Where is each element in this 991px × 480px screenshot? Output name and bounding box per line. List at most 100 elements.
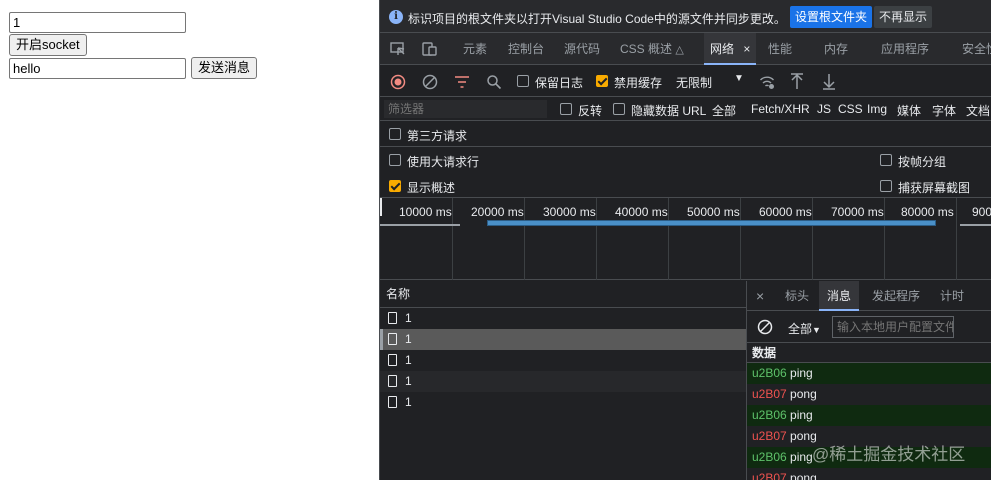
invert-checkbox[interactable] <box>560 103 572 115</box>
message-data: ping <box>790 366 813 380</box>
tab-network[interactable]: 网络 × <box>704 33 757 65</box>
export-har-icon[interactable] <box>822 73 836 90</box>
third-party-checkbox[interactable] <box>389 128 401 140</box>
tick-line <box>884 198 885 280</box>
name-column-header[interactable]: 名称 <box>380 281 746 308</box>
type-filter-css[interactable]: CSS <box>838 102 863 116</box>
open-socket-button[interactable]: 开启socket <box>9 34 87 56</box>
set-root-folder-button[interactable]: 设置根文件夹 <box>790 6 873 28</box>
type-filter-xhr[interactable]: Fetch/XHR <box>751 102 810 116</box>
tab-memory[interactable]: 内存 <box>824 33 848 65</box>
filter-input[interactable] <box>384 100 547 118</box>
tab-sources[interactable]: 源代码 <box>564 33 600 65</box>
tab-performance[interactable]: 性能 <box>768 33 792 65</box>
message-row-received[interactable]: u2B07 pong <box>747 384 991 405</box>
inspect-element-icon[interactable] <box>390 42 406 56</box>
tab-css-overview[interactable]: CSS 概述 △ <box>620 33 684 65</box>
clear-icon[interactable] <box>422 74 438 90</box>
third-party-label: 第三方请求 <box>407 129 468 143</box>
tick-label: 900 <box>972 205 991 219</box>
capture-screenshots-label: 捕获屏幕截图 <box>898 181 971 195</box>
timeline-start-marker <box>380 198 382 216</box>
message-filter-input[interactable] <box>832 316 954 338</box>
tick-label: 80000 ms <box>901 205 954 219</box>
request-name: 1 <box>405 332 412 346</box>
search-icon[interactable] <box>486 74 502 90</box>
tab-headers[interactable]: 标头 <box>785 281 809 311</box>
tick-label: 50000 ms <box>687 205 740 219</box>
filter-icon[interactable] <box>454 75 470 89</box>
record-icon[interactable] <box>390 74 406 90</box>
tick-label: 40000 ms <box>615 205 668 219</box>
hide-data-urls-checkbox[interactable] <box>613 103 625 115</box>
tick-label: 20000 ms <box>471 205 524 219</box>
received-arrow-code: u2B07 <box>752 387 787 401</box>
request-row[interactable]: 1 <box>380 392 746 413</box>
clear-messages-icon[interactable] <box>757 319 773 335</box>
import-har-icon[interactable] <box>790 73 804 90</box>
close-detail-icon[interactable]: × <box>756 281 764 311</box>
data-column-header[interactable]: 数据 <box>747 343 991 363</box>
tick-line <box>668 198 669 280</box>
sent-arrow-code: u2B06 <box>752 408 787 422</box>
sent-arrow-code: u2B06 <box>752 366 787 380</box>
message-row-sent[interactable]: u2B06 ping <box>747 363 991 384</box>
type-filter-doc[interactable]: 文档 <box>966 102 990 119</box>
disable-cache-checkbox[interactable] <box>596 75 608 87</box>
chevron-down-icon: ▼ <box>812 325 821 335</box>
tick-line <box>596 198 597 280</box>
network-conditions-icon[interactable] <box>759 74 775 90</box>
message-filter-bar: 全部▼ <box>747 311 991 343</box>
tab-messages[interactable]: 消息 <box>819 281 860 311</box>
message-row-sent[interactable]: u2B06 ping <box>747 405 991 426</box>
message-type-value: 全部 <box>788 322 813 336</box>
tab-application[interactable]: 应用程序 <box>881 33 929 65</box>
network-settings: 使用大请求行 按帧分组 显示概述 捕获屏幕截图 <box>380 147 991 198</box>
group-by-frame-checkbox[interactable] <box>880 154 892 166</box>
large-rows-checkbox[interactable] <box>389 154 401 166</box>
tick-line <box>452 198 453 280</box>
info-icon: i <box>389 10 403 24</box>
message-type-select[interactable]: 全部▼ <box>788 320 821 337</box>
type-filter-all[interactable]: 全部 <box>712 102 736 119</box>
device-toolbar-icon[interactable] <box>422 42 438 56</box>
dont-show-again-button[interactable]: 不再显示 <box>874 6 933 28</box>
capture-screenshots-checkbox[interactable] <box>880 180 892 192</box>
tab-console[interactable]: 控制台 <box>508 33 544 65</box>
document-icon <box>388 333 397 345</box>
message-row-received[interactable]: u2B07 pong <box>747 468 991 480</box>
filter-bar: 反转 隐藏数据 URL 全部 Fetch/XHR JS CSS Img 媒体 字… <box>380 97 991 121</box>
tick-line <box>956 198 957 280</box>
type-filter-font[interactable]: 字体 <box>932 102 956 119</box>
show-overview-checkbox[interactable] <box>389 180 401 192</box>
preserve-log-checkbox[interactable] <box>517 75 529 87</box>
throttling-select[interactable]: 无限制 <box>676 74 712 91</box>
timeline-line <box>960 224 991 226</box>
socket-id-input[interactable] <box>9 12 186 33</box>
type-filter-img[interactable]: Img <box>867 102 887 116</box>
message-input[interactable] <box>9 58 186 79</box>
request-row[interactable]: 1 <box>380 350 746 371</box>
request-name: 1 <box>405 353 412 367</box>
request-list: 名称 1 1 1 1 1 <box>380 281 746 480</box>
overview-timeline[interactable]: 10000 ms 20000 ms 30000 ms 40000 ms 5000… <box>380 198 991 280</box>
chevron-down-icon[interactable]: ▼ <box>734 73 744 84</box>
request-row-selected[interactable]: 1 <box>380 329 746 350</box>
message-data: pong <box>790 471 817 480</box>
type-filter-js[interactable]: JS <box>817 102 831 116</box>
tab-initiator[interactable]: 发起程序 <box>872 281 920 311</box>
type-filter-media[interactable]: 媒体 <box>897 102 921 119</box>
request-name: 1 <box>405 311 412 325</box>
tab-elements[interactable]: 元素 <box>463 33 487 65</box>
request-row[interactable]: 1 <box>380 371 746 392</box>
document-icon <box>388 312 397 324</box>
request-row[interactable]: 1 <box>380 308 746 329</box>
timeline-line <box>380 224 460 226</box>
tab-timing[interactable]: 计时 <box>940 281 964 311</box>
tab-network-label: 网络 <box>710 42 735 56</box>
message-data: pong <box>790 387 817 401</box>
close-tab-icon[interactable]: × <box>743 42 750 56</box>
watermark: @稀土掘金技术社区 <box>812 445 966 464</box>
tab-security[interactable]: 安全性 <box>962 33 991 65</box>
send-message-button[interactable]: 发送消息 <box>191 57 258 79</box>
